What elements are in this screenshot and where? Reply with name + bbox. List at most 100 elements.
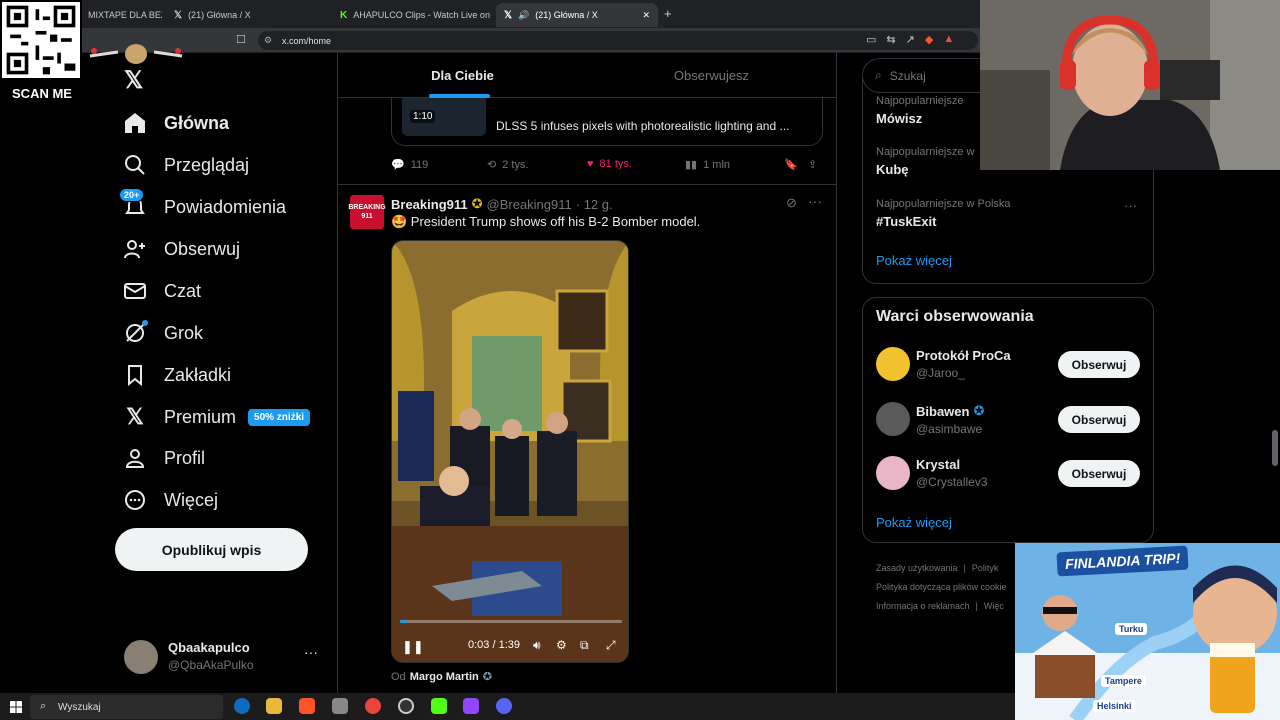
bookmark-tweet-button[interactable]: 🔖 — [784, 158, 798, 171]
suggestion-user[interactable]: Krystal @Crystallev3 — [916, 457, 988, 489]
nav-label: Więcej — [164, 489, 219, 510]
follow-button[interactable]: Obserwuj — [1058, 460, 1140, 487]
video-source: Od Margo Martin ✪ — [391, 670, 492, 684]
brave-rewards-icon[interactable]: ▲ — [943, 33, 954, 46]
avatar[interactable] — [876, 402, 910, 436]
show-more-trends[interactable]: Pokaż więcej — [876, 253, 952, 268]
tweet-time[interactable]: · 12 g. — [576, 197, 613, 212]
nav-more[interactable]: Więcej — [122, 487, 218, 513]
settings-icon[interactable]: ⚙ — [556, 638, 567, 652]
browser-tab[interactable]: K AHAPULCO Clips - Watch Live on Kic — [332, 3, 492, 27]
browser-tab[interactable]: 𝕏 (21) Główna / X — [166, 3, 326, 27]
home-icon — [122, 110, 148, 136]
browser-tab-active[interactable]: 𝕏 🔊 (21) Główna / X ✕ — [496, 3, 658, 27]
like-count: 81 tys. — [599, 158, 632, 170]
source-name[interactable]: Margo Martin — [410, 671, 479, 683]
nav-follow[interactable]: Obserwuj — [122, 236, 240, 262]
pause-icon[interactable]: ❚❚ — [402, 639, 424, 655]
footer-link[interactable]: Polityka dotycząca plików cookie — [876, 582, 1016, 592]
tweet-author-handle[interactable]: @Breaking911 — [487, 197, 572, 212]
pip-icon[interactable]: ⧉ — [580, 638, 589, 653]
footer-link[interactable]: Polityk — [972, 563, 999, 573]
trend-title: #TuskExit — [876, 214, 937, 229]
fullscreen-icon[interactable]: ⤢ — [606, 638, 616, 653]
more-icon — [122, 487, 148, 513]
heart-icon: ♥ — [587, 158, 594, 170]
x-logo-icon[interactable]: 𝕏 — [124, 66, 143, 95]
avatar[interactable] — [876, 456, 910, 490]
url-text: x.com/home — [282, 35, 332, 46]
scrollbar-thumb[interactable] — [1272, 430, 1278, 466]
x-logo-icon: 𝕏 — [126, 404, 144, 429]
tab-following[interactable]: Obserwujesz — [587, 53, 836, 98]
grok-explain-icon[interactable]: ⊘ — [786, 195, 797, 211]
nav-bookmarks[interactable]: Zakładki — [122, 362, 231, 388]
footer-link[interactable]: Więc — [984, 601, 1004, 611]
avatar[interactable] — [876, 347, 910, 381]
nav-home[interactable]: Główna — [122, 110, 229, 136]
obs-icon[interactable] — [398, 698, 414, 714]
app-icon[interactable] — [332, 698, 348, 714]
share-icon[interactable]: ↗ — [906, 33, 915, 46]
chrome-icon[interactable] — [365, 698, 381, 714]
edge-icon[interactable] — [234, 698, 250, 714]
translate-icon[interactable]: ⇆ — [886, 33, 895, 46]
post-button[interactable]: Opublikuj wpis — [115, 528, 308, 571]
nav-grok[interactable]: Grok — [122, 320, 203, 346]
retweet-button[interactable]: ⟲ 2 tys. — [487, 158, 529, 172]
taskbar-search[interactable]: Wyszukaj — [30, 695, 223, 719]
notification-badge: 20+ — [119, 188, 145, 202]
tweet-author-name[interactable]: Breaking911 — [391, 197, 468, 212]
brave-shield-icon[interactable]: ◆ — [925, 33, 933, 46]
trend-item[interactable]: Najpopularniejsze Mówisz — [876, 95, 963, 126]
nav-explore[interactable]: Przeglądaj — [122, 152, 249, 178]
verified-icon: ✪ — [973, 403, 985, 418]
trend-item[interactable]: Najpopularniejsze w Polska #TuskExit — [876, 198, 1011, 229]
cast-icon[interactable]: ▭ — [866, 33, 876, 46]
footer-link[interactable]: Informacja o reklamach — [876, 601, 970, 611]
new-tab-button[interactable]: + — [664, 6, 672, 21]
who-to-follow-title: Warci obserwowania — [876, 308, 1034, 325]
bookmark-page-icon[interactable]: ☐ — [236, 33, 246, 46]
footer-link[interactable]: Zasady użytkowania — [876, 563, 958, 573]
trend-more-icon[interactable]: ··· — [1124, 198, 1137, 213]
tab-for-you[interactable]: Dla Ciebie — [338, 53, 587, 98]
discord-icon[interactable] — [496, 698, 512, 714]
nav-premium[interactable]: 𝕏 Premium 50% zniżki — [122, 404, 311, 430]
account-switcher[interactable]: Qbaakapulco @QbaAkaPulko ··· — [122, 638, 327, 676]
follow-button[interactable]: Obserwuj — [1058, 351, 1140, 378]
show-more-suggestions[interactable]: Pokaż więcej — [876, 515, 952, 530]
like-button[interactable]: ♥ 81 tys. — [587, 158, 632, 170]
close-tab-icon[interactable]: ✕ — [642, 10, 650, 21]
video-progress-bar[interactable] — [400, 620, 622, 623]
nav-notifications[interactable]: 20+ Powiadomienia — [119, 188, 286, 220]
share-tweet-button[interactable]: ⇪ — [808, 158, 817, 171]
video-thumbnail: 1:10 — [402, 98, 486, 136]
account-more-icon[interactable]: ··· — [304, 644, 318, 660]
tweet-more-icon[interactable]: ··· — [808, 193, 822, 209]
nav-label: Główna — [164, 112, 230, 133]
nav-chat[interactable]: Czat — [122, 278, 201, 304]
tweet-avatar[interactable]: BREAKING 911 — [348, 195, 386, 229]
file-explorer-icon[interactable] — [266, 698, 282, 714]
site-info-icon[interactable]: ⚙ — [264, 35, 272, 46]
tweet-video[interactable]: ❚❚ 0:03 / 1:39 🔊︎ ⚙ ⧉ ⤢ — [391, 240, 629, 663]
link-card[interactable]: 1:10 DLSS 5 infuses pixels with photorea… — [391, 98, 823, 146]
suggestion-user[interactable]: Protokół ProCa @Jaroo_ — [916, 348, 1011, 380]
reply-button[interactable]: 💬 119 — [391, 158, 428, 172]
windows-start-icon[interactable] — [10, 700, 22, 713]
kick-icon[interactable] — [431, 698, 447, 714]
bell-icon: 20+ — [119, 188, 148, 220]
trend-item[interactable]: Najpopularniejsze w Kubę — [876, 146, 974, 177]
nav-profile[interactable]: Profil — [122, 445, 205, 471]
volume-icon[interactable]: 🔊︎ — [533, 638, 541, 653]
views-button[interactable]: ▮▮ 1 mln — [685, 158, 730, 172]
promo-overlay: FINLANDIA TRIP! Turku Tampere Helsinki — [1015, 543, 1280, 720]
browser-tab[interactable]: MIXTAPE DLA BEZRO — [80, 3, 162, 27]
follow-button[interactable]: Obserwuj — [1058, 406, 1140, 433]
app-icon[interactable] — [463, 698, 479, 714]
divider — [338, 184, 836, 185]
suggestion-name: Bibawen — [916, 403, 970, 419]
brave-icon[interactable] — [299, 698, 315, 714]
suggestion-user[interactable]: Bibawen ✪ @asimbawe — [916, 403, 984, 436]
